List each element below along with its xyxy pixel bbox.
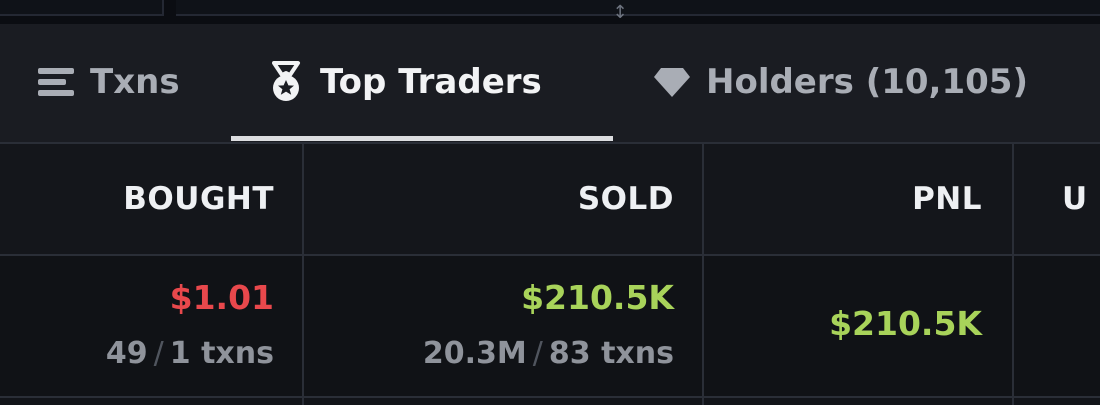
upper-panel-segment	[0, 0, 164, 16]
tab-bar: Txns Top Traders Holders (10,105)	[0, 24, 1100, 144]
column-header-partial[interactable]: U	[1062, 144, 1088, 254]
tab-txns-label: Txns	[90, 62, 180, 102]
sold-txns: 83 txns	[548, 336, 674, 371]
tab-txns[interactable]: Txns	[36, 24, 180, 140]
diamond-icon	[652, 65, 692, 99]
column-divider	[1012, 144, 1014, 405]
sold-detail: 20.3M/83 txns	[423, 336, 674, 371]
column-divider	[302, 144, 304, 405]
sold-qty: 20.3M	[422, 336, 527, 371]
column-divider	[702, 144, 704, 405]
bought-detail: 49/1 txns	[106, 336, 274, 371]
bought-qty: 49	[105, 336, 148, 371]
upper-panel-edge	[0, 0, 1100, 26]
column-header-pnl[interactable]: PNL	[912, 144, 982, 254]
list-icon	[36, 65, 76, 99]
tab-top-traders[interactable]: Top Traders	[266, 24, 542, 140]
column-header-sold[interactable]: SOLD	[578, 144, 674, 254]
tab-holders[interactable]: Holders (10,105)	[652, 24, 1028, 140]
bought-txns: 1 txns	[169, 336, 274, 371]
table-header: BOUGHT SOLD PNL U	[0, 144, 1100, 256]
column-header-bought[interactable]: BOUGHT	[123, 144, 274, 254]
separator: /	[532, 336, 543, 371]
pnl-amount: $210.5K	[829, 304, 982, 343]
tab-holders-label: Holders (10,105)	[706, 62, 1028, 102]
sold-amount: $210.5K	[521, 278, 674, 317]
separator: /	[153, 336, 164, 371]
table-row[interactable]: $1.01 49/1 txns $210.5K 20.3M/83 txns $2…	[0, 256, 1100, 398]
active-tab-indicator	[231, 136, 613, 141]
upper-panel-segment	[176, 0, 1100, 16]
medal-icon	[266, 61, 306, 103]
bought-amount: $1.01	[169, 278, 274, 317]
resize-handle[interactable]: ↕	[608, 0, 632, 52]
tab-top-traders-label: Top Traders	[320, 62, 542, 102]
